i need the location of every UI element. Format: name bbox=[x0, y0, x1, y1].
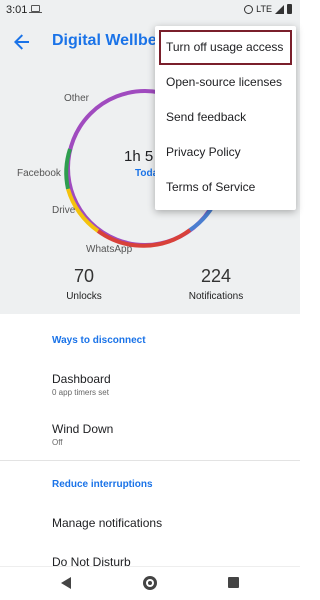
back-arrow-icon[interactable] bbox=[10, 30, 34, 54]
status-icons: LTE bbox=[244, 4, 292, 14]
wind-down-item[interactable]: Wind Down Off bbox=[0, 410, 300, 456]
signal-icon bbox=[275, 4, 284, 14]
settings-list: Ways to disconnect Dashboard 0 app timer… bbox=[0, 314, 300, 566]
menu-privacy-policy[interactable]: Privacy Policy bbox=[155, 135, 296, 170]
total-screen-time: 1h 5 bbox=[124, 148, 154, 165]
wind-down-title: Wind Down bbox=[52, 422, 114, 436]
label-facebook: Facebook bbox=[17, 168, 61, 179]
manage-notifications-item[interactable]: Manage notifications bbox=[0, 506, 300, 538]
network-type: LTE bbox=[256, 4, 272, 14]
notifications-stat: 224 Notifications bbox=[180, 266, 252, 302]
section-divider bbox=[0, 460, 300, 461]
label-drive: Drive bbox=[52, 205, 76, 216]
label-whatsapp: WhatsApp bbox=[86, 244, 133, 255]
menu-open-source-licenses[interactable]: Open-source licenses bbox=[155, 65, 296, 100]
nav-home-icon[interactable] bbox=[143, 576, 157, 590]
system-nav-bar bbox=[0, 566, 300, 600]
reduce-interruptions-heading: Reduce interruptions bbox=[52, 479, 153, 490]
alarm-icon bbox=[244, 4, 254, 14]
do-not-disturb-title: Do Not Disturb bbox=[52, 555, 131, 566]
menu-turn-off-usage-access[interactable]: Turn off usage access bbox=[159, 30, 292, 65]
notifications-count: 224 bbox=[200, 266, 232, 286]
label-other: Other bbox=[64, 93, 90, 104]
ways-to-disconnect-heading: Ways to disconnect bbox=[52, 335, 146, 346]
unlocks-count: 70 bbox=[73, 266, 95, 286]
overflow-menu: Turn off usage access Open-source licens… bbox=[155, 26, 296, 210]
laptop-icon bbox=[29, 5, 42, 13]
unlocks-stat: 70 Unlocks bbox=[55, 266, 113, 302]
dashboard-title: Dashboard bbox=[52, 372, 111, 386]
nav-back-icon[interactable] bbox=[61, 577, 71, 589]
wind-down-subtitle: Off bbox=[52, 438, 63, 447]
menu-send-feedback[interactable]: Send feedback bbox=[155, 100, 296, 135]
battery-icon bbox=[287, 4, 292, 14]
dashboard-subtitle: 0 app timers set bbox=[52, 388, 109, 397]
status-time: 3:01 bbox=[6, 4, 28, 16]
menu-terms-of-service[interactable]: Terms of Service bbox=[155, 170, 296, 205]
status-bar: 3:01 LTE bbox=[0, 0, 300, 20]
notifications-label: Notifications bbox=[188, 291, 244, 302]
nav-recents-icon[interactable] bbox=[228, 577, 239, 588]
manage-notifications-title: Manage notifications bbox=[52, 516, 163, 530]
unlocks-label: Unlocks bbox=[66, 291, 102, 302]
dashboard-item[interactable]: Dashboard 0 app timers set bbox=[0, 360, 300, 406]
do-not-disturb-item[interactable]: Do Not Disturb bbox=[0, 546, 300, 566]
